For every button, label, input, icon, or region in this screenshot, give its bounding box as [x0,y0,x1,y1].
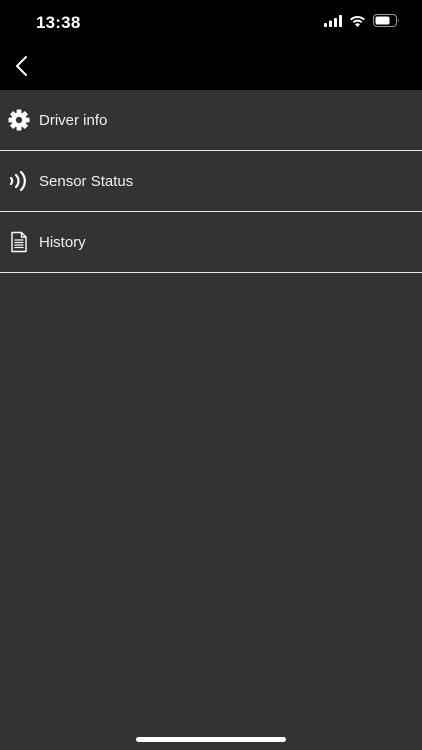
gear-icon [7,108,31,132]
menu-item-label: Sensor Status [39,172,134,190]
signal-waves-icon [7,169,31,193]
menu-item-driver-info[interactable]: Driver info [0,90,422,151]
navigation-bar [0,46,422,90]
cellular-signal-icon [324,14,342,32]
chevron-left-icon [15,55,29,82]
status-icons [324,14,400,32]
wifi-icon [349,14,366,32]
back-button[interactable] [8,52,36,84]
menu-item-label: Driver info [39,111,108,129]
menu-list: Driver info Sensor Status History [0,90,422,273]
status-bar: 13:38 [0,0,422,46]
menu-item-history[interactable]: History [0,212,422,273]
status-time: 13:38 [36,13,81,32]
document-icon [7,230,31,254]
battery-icon [373,14,400,32]
menu-item-label: History [39,233,86,251]
home-indicator[interactable] [136,737,286,742]
menu-item-sensor-status[interactable]: Sensor Status [0,151,422,212]
